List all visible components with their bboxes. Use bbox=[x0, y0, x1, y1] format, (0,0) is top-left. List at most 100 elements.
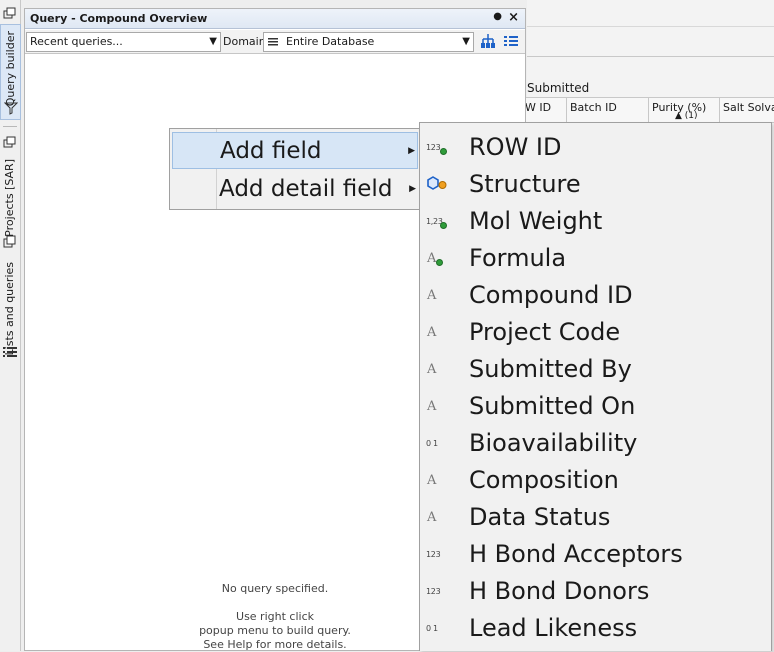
menu-item-submitted-by[interactable]: A Submitted By bbox=[420, 350, 771, 387]
text-icon: A bbox=[426, 461, 454, 498]
menu-item-label: Composition bbox=[469, 466, 619, 494]
structure-icon bbox=[426, 165, 454, 202]
menu-item-label: Mol Weight bbox=[469, 207, 603, 235]
query-tree-icon[interactable] bbox=[480, 33, 496, 49]
menu-item-label: H Bond Donors bbox=[469, 577, 650, 605]
recent-queries-select[interactable]: Recent queries... ▼ bbox=[26, 32, 221, 52]
menu-item-label: Compound ID bbox=[469, 281, 633, 309]
list-view-icon[interactable] bbox=[503, 33, 519, 49]
divider bbox=[527, 26, 774, 27]
menu-item-h-bond-donors[interactable]: 123 H Bond Donors bbox=[420, 572, 771, 609]
menu-item-formula[interactable]: A Formula bbox=[420, 239, 771, 276]
menu-item-compound-id[interactable]: A Compound ID bbox=[420, 276, 771, 313]
menu-item-label: ROW ID bbox=[469, 133, 562, 161]
menu-item-label: Add field bbox=[220, 138, 322, 164]
domain-select[interactable]: Entire Database ▼ bbox=[263, 32, 474, 52]
column-header-batch-id[interactable]: Batch ID bbox=[567, 98, 649, 124]
tab-query-builder[interactable]: Query builder bbox=[0, 24, 21, 120]
menu-item-add-detail-field[interactable]: Add detail field ▶ bbox=[172, 171, 418, 208]
query-panel-titlebar: Query - Compound Overview ● × bbox=[25, 9, 525, 29]
key-dot-icon bbox=[436, 259, 443, 266]
divider bbox=[527, 56, 774, 57]
boolean-icon: 0 1 bbox=[426, 609, 454, 646]
menu-item-composition[interactable]: A Composition bbox=[420, 461, 771, 498]
menu-item-structure[interactable]: Structure bbox=[420, 165, 771, 202]
menu-item-mol-weight[interactable]: 1,23 Mol Weight bbox=[420, 202, 771, 239]
icon-glyph: 0 1 bbox=[426, 439, 438, 448]
key-dot-icon bbox=[440, 148, 447, 155]
submenu-arrow-icon: ▶ bbox=[408, 146, 415, 156]
pin-dot-icon[interactable]: ● bbox=[493, 11, 502, 22]
menu-item-h-bond-acceptors[interactable]: 123 H Bond Acceptors bbox=[420, 535, 771, 572]
icon-glyph: 123 bbox=[426, 587, 441, 596]
tab-projects-sar[interactable]: Projects [SAR] bbox=[0, 155, 21, 255]
menu-item-add-field[interactable]: Add field ▶ bbox=[172, 132, 418, 169]
submenu-arrow-icon: ▶ bbox=[409, 184, 416, 194]
icon-glyph: A bbox=[427, 399, 437, 414]
menu-item-label: Formula bbox=[469, 244, 567, 272]
text-icon: A bbox=[426, 276, 454, 313]
column-header-row-id[interactable]: W ID bbox=[522, 98, 567, 124]
icon-glyph: 123 bbox=[426, 143, 441, 152]
menu-item-label: Submitted On bbox=[469, 392, 636, 420]
menu-item-bioavailability[interactable]: 0 1 Bioavailability bbox=[420, 424, 771, 461]
empty-query-message: No query specified. Use right click popu… bbox=[175, 582, 375, 652]
domain-value: Entire Database bbox=[286, 35, 375, 48]
filter-funnel-icon bbox=[4, 102, 18, 115]
table-header: W ID Batch ID Purity (%) ▲ (1) Salt Solv… bbox=[522, 97, 774, 124]
menu-item-data-status[interactable]: A Data Status bbox=[420, 498, 771, 535]
menu-item-label: Add detail field bbox=[219, 176, 393, 202]
text-key-icon: A bbox=[426, 239, 454, 276]
empty-message-line: popup menu to build query. bbox=[199, 624, 351, 637]
menu-item-project-code[interactable]: A Project Code bbox=[420, 313, 771, 350]
icon-glyph: A bbox=[427, 473, 437, 488]
menu-item-label: Data Status bbox=[469, 503, 611, 531]
context-menu: Add field ▶ Add detail field ▶ bbox=[169, 128, 421, 210]
recent-queries-value: Recent queries... bbox=[30, 35, 123, 48]
icon-glyph: 0 1 bbox=[426, 624, 438, 633]
menu-item-label: Lead Likeness bbox=[469, 614, 638, 642]
integer-icon: 123 bbox=[426, 572, 454, 609]
query-panel-title: Query - Compound Overview bbox=[30, 12, 208, 25]
column-header-salt-solvate[interactable]: Salt Solvat bbox=[720, 98, 774, 124]
tab-query-builder-label: Query builder bbox=[4, 31, 17, 107]
menu-item-label: Structure bbox=[469, 170, 581, 198]
text-icon: A bbox=[426, 350, 454, 387]
integer-icon: 123 bbox=[426, 535, 454, 572]
chevron-down-icon: ▼ bbox=[209, 36, 217, 47]
text-icon: A bbox=[426, 387, 454, 424]
icon-glyph: A bbox=[427, 251, 437, 266]
list-icon bbox=[3, 347, 17, 357]
menu-item-submitted-on[interactable]: A Submitted On bbox=[420, 387, 771, 424]
tab-projects-sar-label: Projects [SAR] bbox=[3, 159, 16, 237]
decimal-key-icon: 1,23 bbox=[426, 202, 454, 239]
section-label-submitted: Submitted bbox=[527, 81, 590, 95]
side-tab-strip: Query builder Projects [SAR] Lists and q… bbox=[0, 0, 21, 651]
boolean-icon: 0 1 bbox=[426, 424, 454, 461]
tab-lists-and-queries-label: Lists and queries bbox=[3, 262, 16, 356]
menu-item-label: H Bond Acceptors bbox=[469, 540, 683, 568]
restore-window-icon[interactable] bbox=[3, 136, 17, 149]
menu-item-label: Bioavailability bbox=[469, 429, 638, 457]
empty-message-line: Use right click bbox=[236, 610, 314, 623]
empty-message-line: No query specified. bbox=[221, 582, 329, 595]
sort-indicator: ▲ (1) bbox=[675, 111, 698, 121]
menu-item-label: Submitted By bbox=[469, 355, 632, 383]
restore-window-icon[interactable] bbox=[3, 7, 17, 20]
icon-glyph: 123 bbox=[426, 550, 441, 559]
icon-glyph: A bbox=[427, 362, 437, 377]
tab-lists-and-queries[interactable]: Lists and queries bbox=[0, 258, 21, 362]
integer-key-icon: 123 bbox=[426, 128, 454, 165]
icon-glyph: A bbox=[427, 510, 437, 525]
column-header-purity[interactable]: Purity (%) ▲ (1) bbox=[649, 98, 720, 124]
chevron-down-icon: ▼ bbox=[462, 36, 470, 47]
icon-glyph: A bbox=[427, 325, 437, 340]
query-toolbar: Recent queries... ▼ Domain: Entire Datab… bbox=[25, 30, 525, 54]
key-dot-icon bbox=[440, 222, 447, 229]
text-icon: A bbox=[426, 498, 454, 535]
menu-item-row-id[interactable]: 123 ROW ID bbox=[420, 128, 771, 165]
add-field-submenu: 123 ROW ID Structure 1,23 Mol Weight A Formula… bbox=[419, 122, 772, 651]
menu-item-lead-likeness[interactable]: 0 1 Lead Likeness bbox=[420, 609, 771, 646]
close-icon[interactable]: × bbox=[508, 10, 519, 25]
text-icon: A bbox=[426, 313, 454, 350]
